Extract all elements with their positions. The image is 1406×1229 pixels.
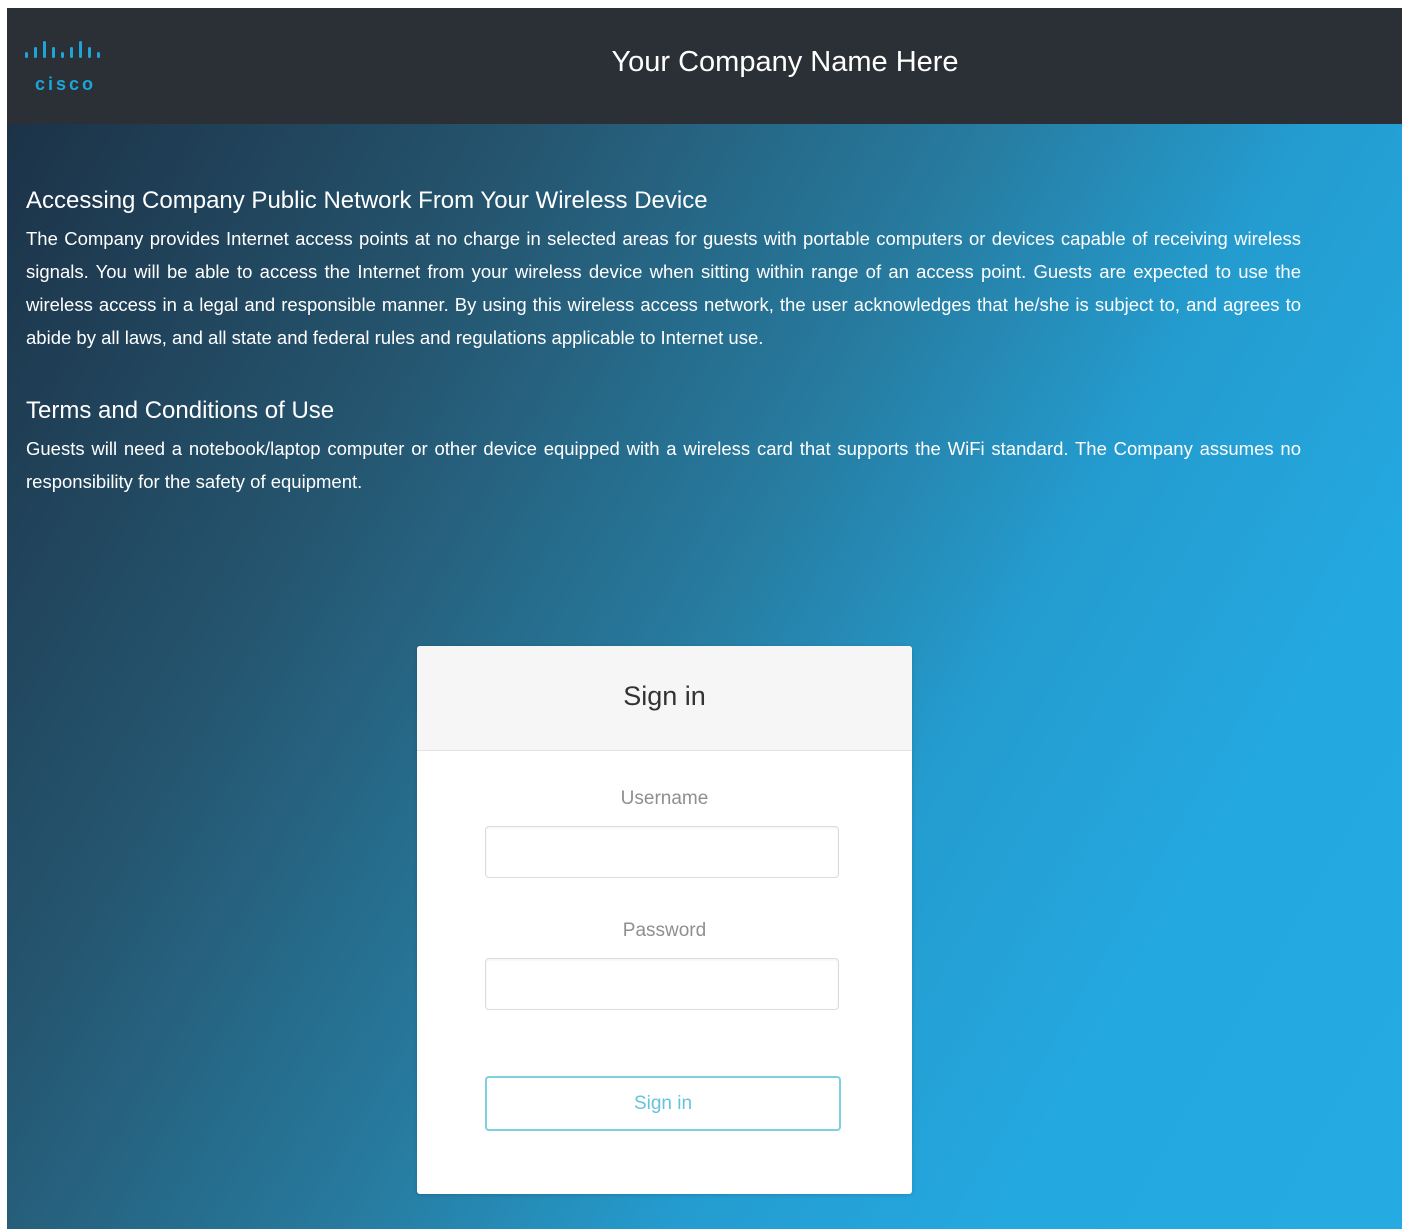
signin-button[interactable]: Sign in (485, 1076, 841, 1131)
section-body-terms: Guests will need a notebook/laptop compu… (26, 438, 1301, 492)
terms-content: Accessing Company Public Network From Yo… (26, 184, 1301, 498)
header-bar: cisco Your Company Name Here (7, 8, 1402, 124)
username-input[interactable] (485, 826, 839, 878)
main-area: Accessing Company Public Network From Yo… (7, 124, 1402, 1229)
signin-card: Sign in Username Password Sign in (417, 646, 912, 1194)
username-label: Username (620, 788, 709, 809)
section-body-network-access: The Company provides Internet access poi… (26, 228, 1301, 348)
signin-heading: Sign in (417, 646, 912, 751)
password-input[interactable] (485, 958, 839, 1010)
section-title-network-access: Accessing Company Public Network From Yo… (26, 187, 708, 214)
company-name: Your Company Name Here (611, 46, 959, 78)
portal-frame: cisco Your Company Name Here Accessing C… (7, 8, 1402, 1229)
section-title-terms: Terms and Conditions of Use (26, 397, 335, 424)
password-label: Password (622, 920, 707, 941)
